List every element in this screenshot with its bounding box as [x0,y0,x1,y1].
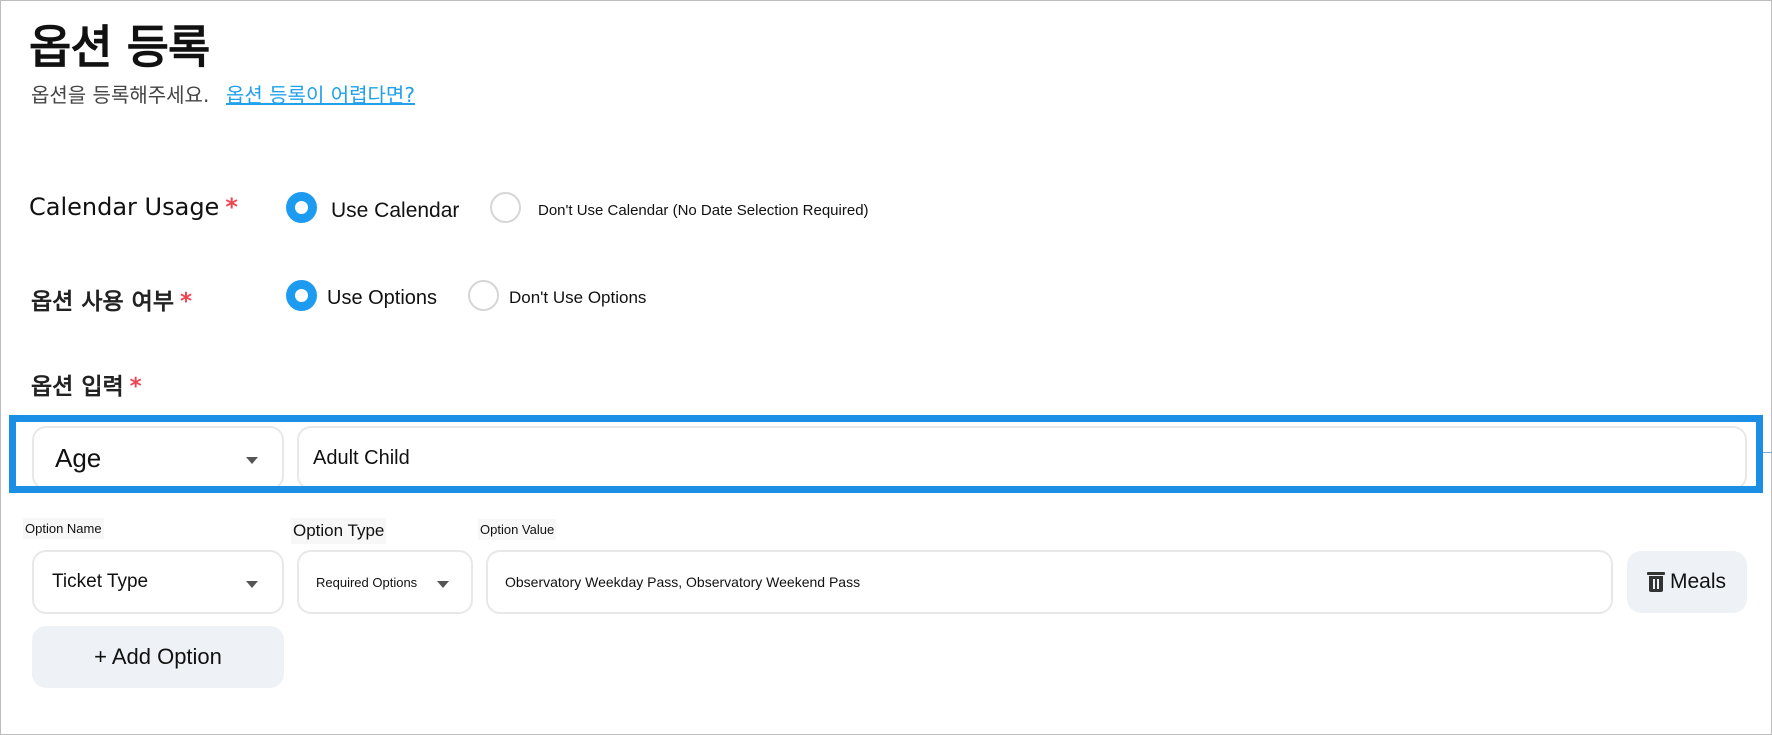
use-options-label[interactable]: Use Options [327,287,437,310]
delete-option-button[interactable]: Meals [1627,551,1747,613]
chevron-down-icon [437,581,449,588]
highlight-frame [9,415,1763,493]
option-value-column-label: Option Value [478,519,557,540]
option-input-label: 옵션 입력 * [31,374,142,400]
chevron-down-icon [246,581,258,588]
required-mark: * [225,193,238,221]
highlight-connector [1763,452,1772,453]
option-usage-label: 옵션 사용 여부 * [31,289,193,315]
no-calendar-label[interactable]: Don't Use Calendar (No Date Selection Re… [538,202,869,219]
add-option-button[interactable]: + Add Option [32,626,284,688]
no-calendar-radio[interactable] [490,192,521,223]
delete-option-label: Meals [1669,570,1727,593]
page-title: 옵션 등록 [29,20,210,74]
required-mark: * [129,374,142,400]
ticket-type-select[interactable]: Ticket Type [32,550,284,614]
no-options-radio[interactable] [468,280,499,311]
use-options-radio[interactable] [286,280,317,311]
option-name-column-label: Option Name [23,518,104,539]
use-calendar-label[interactable]: Use Calendar [331,199,459,223]
no-options-label[interactable]: Don't Use Options [509,288,646,308]
ticket-type-select-value: Ticket Type [52,571,149,592]
option-value-input[interactable]: Observatory Weekday Pass, Observatory We… [486,550,1613,614]
page-subtitle: 옵션을 등록해주세요. [31,83,210,107]
option-type-column-label: Option Type [291,518,387,544]
option-value-input-value: Observatory Weekday Pass, Observatory We… [505,574,861,590]
help-link[interactable]: 옵션 등록이 어렵다면? [226,79,415,108]
calendar-usage-label: Calendar Usage * [29,193,238,221]
required-mark: * [179,289,193,315]
option-type-select[interactable]: Required Options [297,550,473,614]
trash-icon [1646,572,1665,592]
option-registration-page: 옵션 등록 옵션을 등록해주세요. 옵션 등록이 어렵다면? Calendar … [0,0,1772,735]
option-type-select-value: Required Options [316,574,418,590]
use-calendar-radio[interactable] [286,192,317,223]
